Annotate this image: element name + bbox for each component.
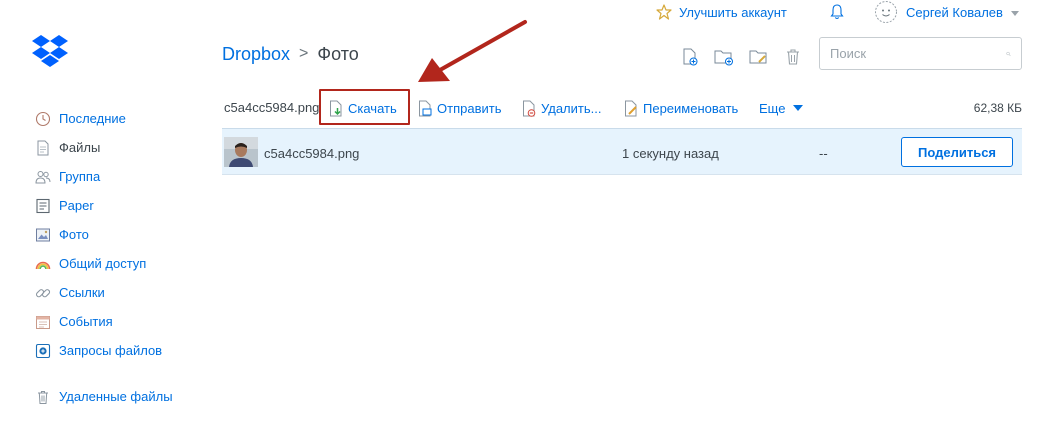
- star-icon: [656, 4, 672, 20]
- avatar: [875, 1, 897, 23]
- send-button[interactable]: Отправить: [418, 98, 501, 118]
- upload-folder-icon[interactable]: [714, 47, 734, 67]
- user-name: Сергей Ковалев: [906, 4, 1003, 20]
- file-name[interactable]: c5a4cc5984.png: [264, 146, 359, 161]
- arrow-icon: [418, 20, 527, 82]
- delete-button[interactable]: Удалить...: [522, 98, 601, 118]
- upload-file-icon[interactable]: [680, 47, 700, 67]
- more-label: Еще: [759, 100, 786, 116]
- download-label: Скачать: [348, 100, 397, 116]
- file-size: 62,38 КБ: [973, 101, 1022, 115]
- dropbox-logo[interactable]: [31, 34, 69, 68]
- sidebar-item-photos[interactable]: Фото: [35, 220, 215, 249]
- send-label: Отправить: [437, 100, 502, 116]
- clock-icon: [35, 111, 51, 126]
- chevron-down-icon: [793, 105, 804, 111]
- download-button[interactable]: Скачать: [329, 98, 397, 118]
- members-cell: --: [819, 146, 828, 161]
- sidebar-item-label: Файлы: [59, 140, 101, 155]
- rename-icon: [625, 100, 637, 116]
- upgrade-account-link[interactable]: Улучшить аккаунт: [656, 3, 787, 21]
- search-icon[interactable]: [1006, 46, 1011, 62]
- breadcrumb: Dropbox > Фото: [222, 42, 359, 66]
- sidebar-item-paper[interactable]: Paper: [35, 191, 215, 220]
- selected-file-name: c5a4cc5984.png: [224, 100, 320, 115]
- delete-icon: [523, 100, 536, 117]
- send-icon: [419, 100, 432, 116]
- search-box: [819, 37, 1022, 70]
- modified-time: 1 секунду назад: [622, 146, 719, 161]
- sidebar-item-file-requests[interactable]: Запросы файлов: [35, 336, 215, 365]
- sidebar-item-events[interactable]: События: [35, 307, 215, 336]
- sidebar-item-label: Общий доступ: [59, 256, 147, 271]
- upgrade-account-label: Улучшить аккаунт: [679, 4, 787, 20]
- trash-icon[interactable]: [783, 47, 803, 67]
- rename-label: Переименовать: [643, 100, 739, 116]
- sidebar-item-label: Группа: [59, 169, 101, 184]
- group-icon: [35, 170, 51, 183]
- file-thumbnail: [224, 137, 258, 167]
- sidebar-item-links[interactable]: Ссылки: [35, 278, 215, 307]
- sidebar-item-files[interactable]: Файлы: [35, 133, 215, 162]
- sidebar-item-label: Фото: [59, 227, 89, 242]
- rename-button[interactable]: Переименовать: [624, 98, 738, 118]
- page-title: Фото: [317, 43, 359, 64]
- user-menu[interactable]: Сергей Ковалев: [874, 0, 1019, 24]
- new-shared-folder-icon[interactable]: [749, 47, 769, 67]
- file-request-icon: [35, 343, 51, 358]
- breadcrumb-root[interactable]: Dropbox: [222, 44, 290, 65]
- download-icon: [330, 100, 342, 116]
- paper-icon: [36, 198, 50, 213]
- calendar-icon: [36, 315, 50, 329]
- sidebar-item-label: Последние: [59, 111, 126, 126]
- sidebar-item-label: Удаленные файлы: [59, 389, 173, 404]
- search-input[interactable]: [830, 46, 1006, 61]
- file-icon: [37, 140, 49, 155]
- sidebar-item-label: Запросы файлов: [59, 343, 163, 358]
- sidebar-item-label: События: [59, 314, 113, 329]
- trash-icon: [38, 390, 48, 404]
- sidebar-nav: Последние Файлы Группа Paper Фото Общий …: [35, 104, 215, 411]
- link-icon: [35, 288, 51, 297]
- sidebar-item-label: Ссылки: [59, 285, 105, 300]
- more-menu-button[interactable]: Еще: [759, 98, 804, 118]
- sidebar-item-sharing[interactable]: Общий доступ: [35, 249, 215, 278]
- sidebar-item-group[interactable]: Группа: [35, 162, 215, 191]
- rainbow-icon: [35, 261, 51, 269]
- sidebar-item-deleted-files[interactable]: Удаленные файлы: [35, 382, 215, 411]
- sidebar-item-recent[interactable]: Последние: [35, 104, 215, 133]
- share-button[interactable]: Поделиться: [901, 137, 1013, 167]
- breadcrumb-separator: >: [299, 45, 309, 62]
- sidebar-item-label: Paper: [59, 198, 94, 213]
- photo-icon: [36, 228, 50, 241]
- delete-label: Удалить...: [541, 100, 602, 116]
- chevron-down-icon: [1010, 10, 1019, 16]
- bell-icon[interactable]: [828, 3, 846, 21]
- table-row[interactable]: c5a4cc5984.png 1 секунду назад -- Подели…: [222, 128, 1022, 175]
